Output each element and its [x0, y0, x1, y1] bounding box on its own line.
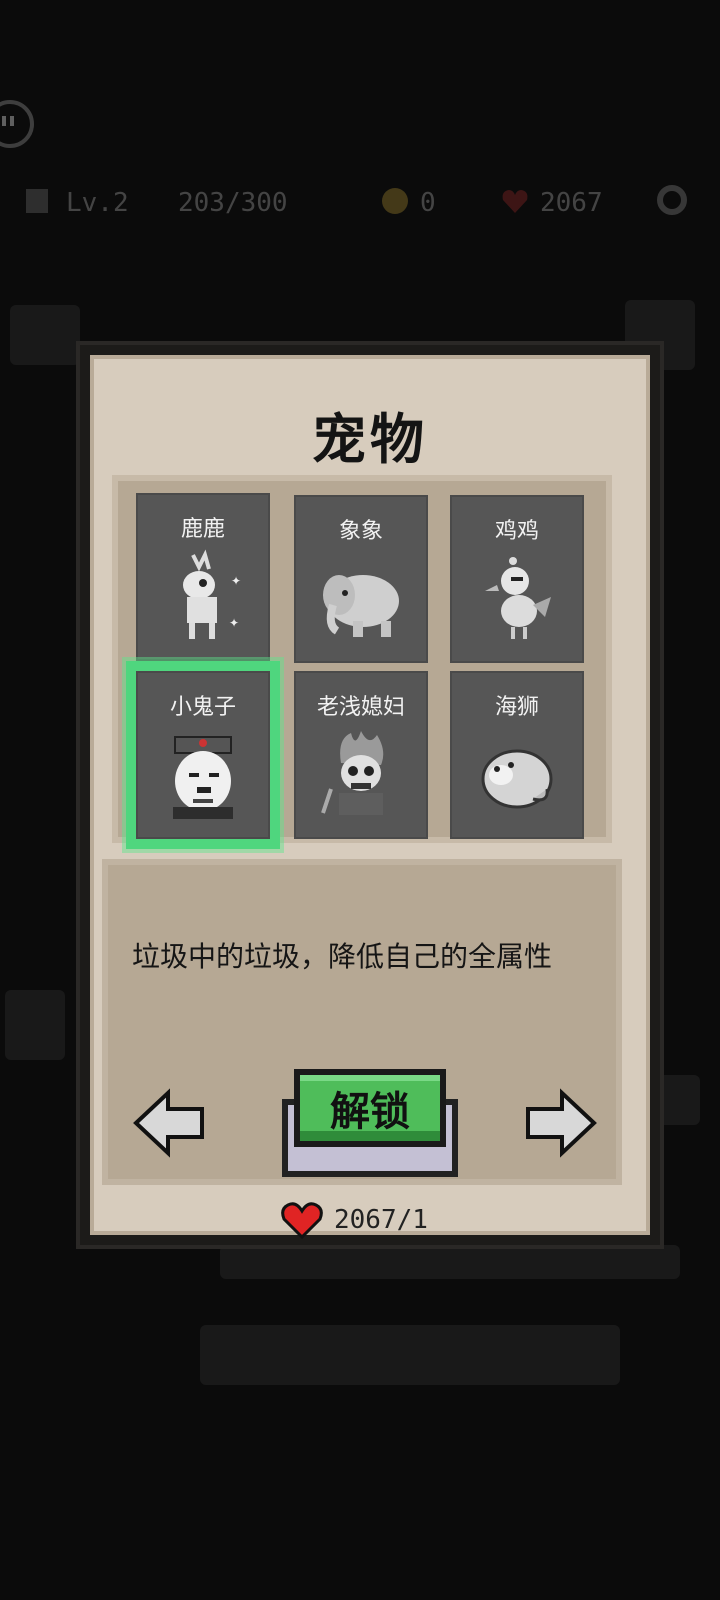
pet-name: 鸡鸡	[494, 519, 539, 544]
menu-icon[interactable]	[0, 100, 34, 148]
level-text: Lv.2	[66, 188, 129, 218]
pet-card-soldier[interactable]: 小鬼子	[126, 661, 280, 849]
heart-count: 2067	[540, 188, 603, 218]
coin-icon	[382, 188, 408, 214]
sea-lion-icon	[481, 749, 553, 809]
pet-card-chicken[interactable]: 鸡鸡	[450, 495, 584, 663]
pet-grid: 鹿鹿 ✦ ✦ 象象 鸡鸡 小鬼子 老浅媳妇 海狮	[112, 475, 612, 849]
shield-level-icon	[26, 189, 48, 213]
pet-card-elephant[interactable]: 象象	[294, 495, 428, 663]
bg-item	[5, 990, 65, 1060]
gear-icon[interactable]	[654, 182, 690, 218]
pet-dialog: 宠物 鹿鹿 ✦ ✦ 象象 鸡鸡 小鬼子 老浅媳妇 海狮 垃圾中的垃圾，降低自己的…	[80, 345, 660, 1245]
unlock-cost: 2067/1	[280, 1200, 428, 1240]
unlock-button[interactable]: 解锁	[294, 1069, 446, 1147]
deer-icon: ✦ ✦	[183, 549, 241, 639]
heart-icon	[281, 1202, 323, 1239]
pet-card-deer[interactable]: 鹿鹿 ✦ ✦	[136, 493, 270, 661]
elephant-icon	[323, 575, 399, 637]
hud-bar: Lv.2 203/300 0 2067	[0, 178, 720, 228]
pet-name: 老浅媳妇	[316, 695, 405, 720]
exp-text: 203/300	[178, 188, 288, 218]
chicken-icon	[485, 557, 551, 639]
bg-stats	[200, 1325, 620, 1385]
flaming-skull-icon	[321, 731, 384, 815]
pet-name: 海狮	[494, 695, 539, 720]
soldier-meme-icon	[173, 736, 233, 819]
pet-description: 垃圾中的垃圾，降低自己的全属性	[132, 940, 553, 973]
bg-status-line	[220, 1245, 680, 1279]
pet-card-sea-lion[interactable]: 海狮	[450, 671, 584, 839]
next-arrow-button[interactable]	[522, 1085, 598, 1161]
heart-icon	[502, 190, 528, 213]
coin-count: 0	[420, 188, 436, 218]
svg-text:✦: ✦	[229, 616, 239, 630]
pet-name: 鹿鹿	[180, 517, 225, 542]
cost-text: 2067/1	[334, 1205, 428, 1235]
dialog-title: 宠物	[312, 408, 428, 471]
pet-name: 小鬼子	[169, 695, 236, 720]
description-panel: 垃圾中的垃圾，降低自己的全属性 解锁	[102, 859, 622, 1185]
pet-name: 象象	[338, 519, 383, 544]
bg-character	[10, 305, 80, 365]
pet-card-flaming-skull[interactable]: 老浅媳妇	[294, 671, 428, 839]
unlock-control: 解锁	[282, 1069, 458, 1183]
prev-arrow-button[interactable]	[132, 1085, 208, 1161]
svg-text:✦: ✦	[231, 574, 241, 588]
